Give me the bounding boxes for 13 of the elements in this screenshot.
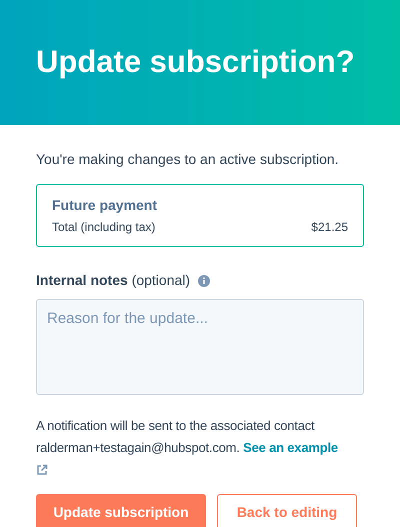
payment-title: Future payment [52, 196, 158, 215]
notification-text: A notification will be sent to the associated contact ralderman+testagain@hubspot.com. See an example [36, 417, 339, 457]
external-link-icon[interactable] [36, 464, 48, 476]
total-amount: $21.25 [311, 219, 348, 236]
total-label: Total (including tax) [52, 219, 156, 236]
update-button[interactable]: Update subscription [36, 494, 206, 527]
notes-field[interactable]: Reason for the update... [36, 299, 364, 395]
example-link[interactable]: See an example [243, 440, 338, 455]
intro-text: You're making changes to an active subscription. [36, 150, 340, 169]
notes-label: Internal notes (optional) [36, 271, 190, 290]
info-icon[interactable] [198, 274, 210, 286]
back-button[interactable]: Back to editing [217, 494, 357, 527]
dialog-title: Update subscription? [36, 43, 355, 82]
